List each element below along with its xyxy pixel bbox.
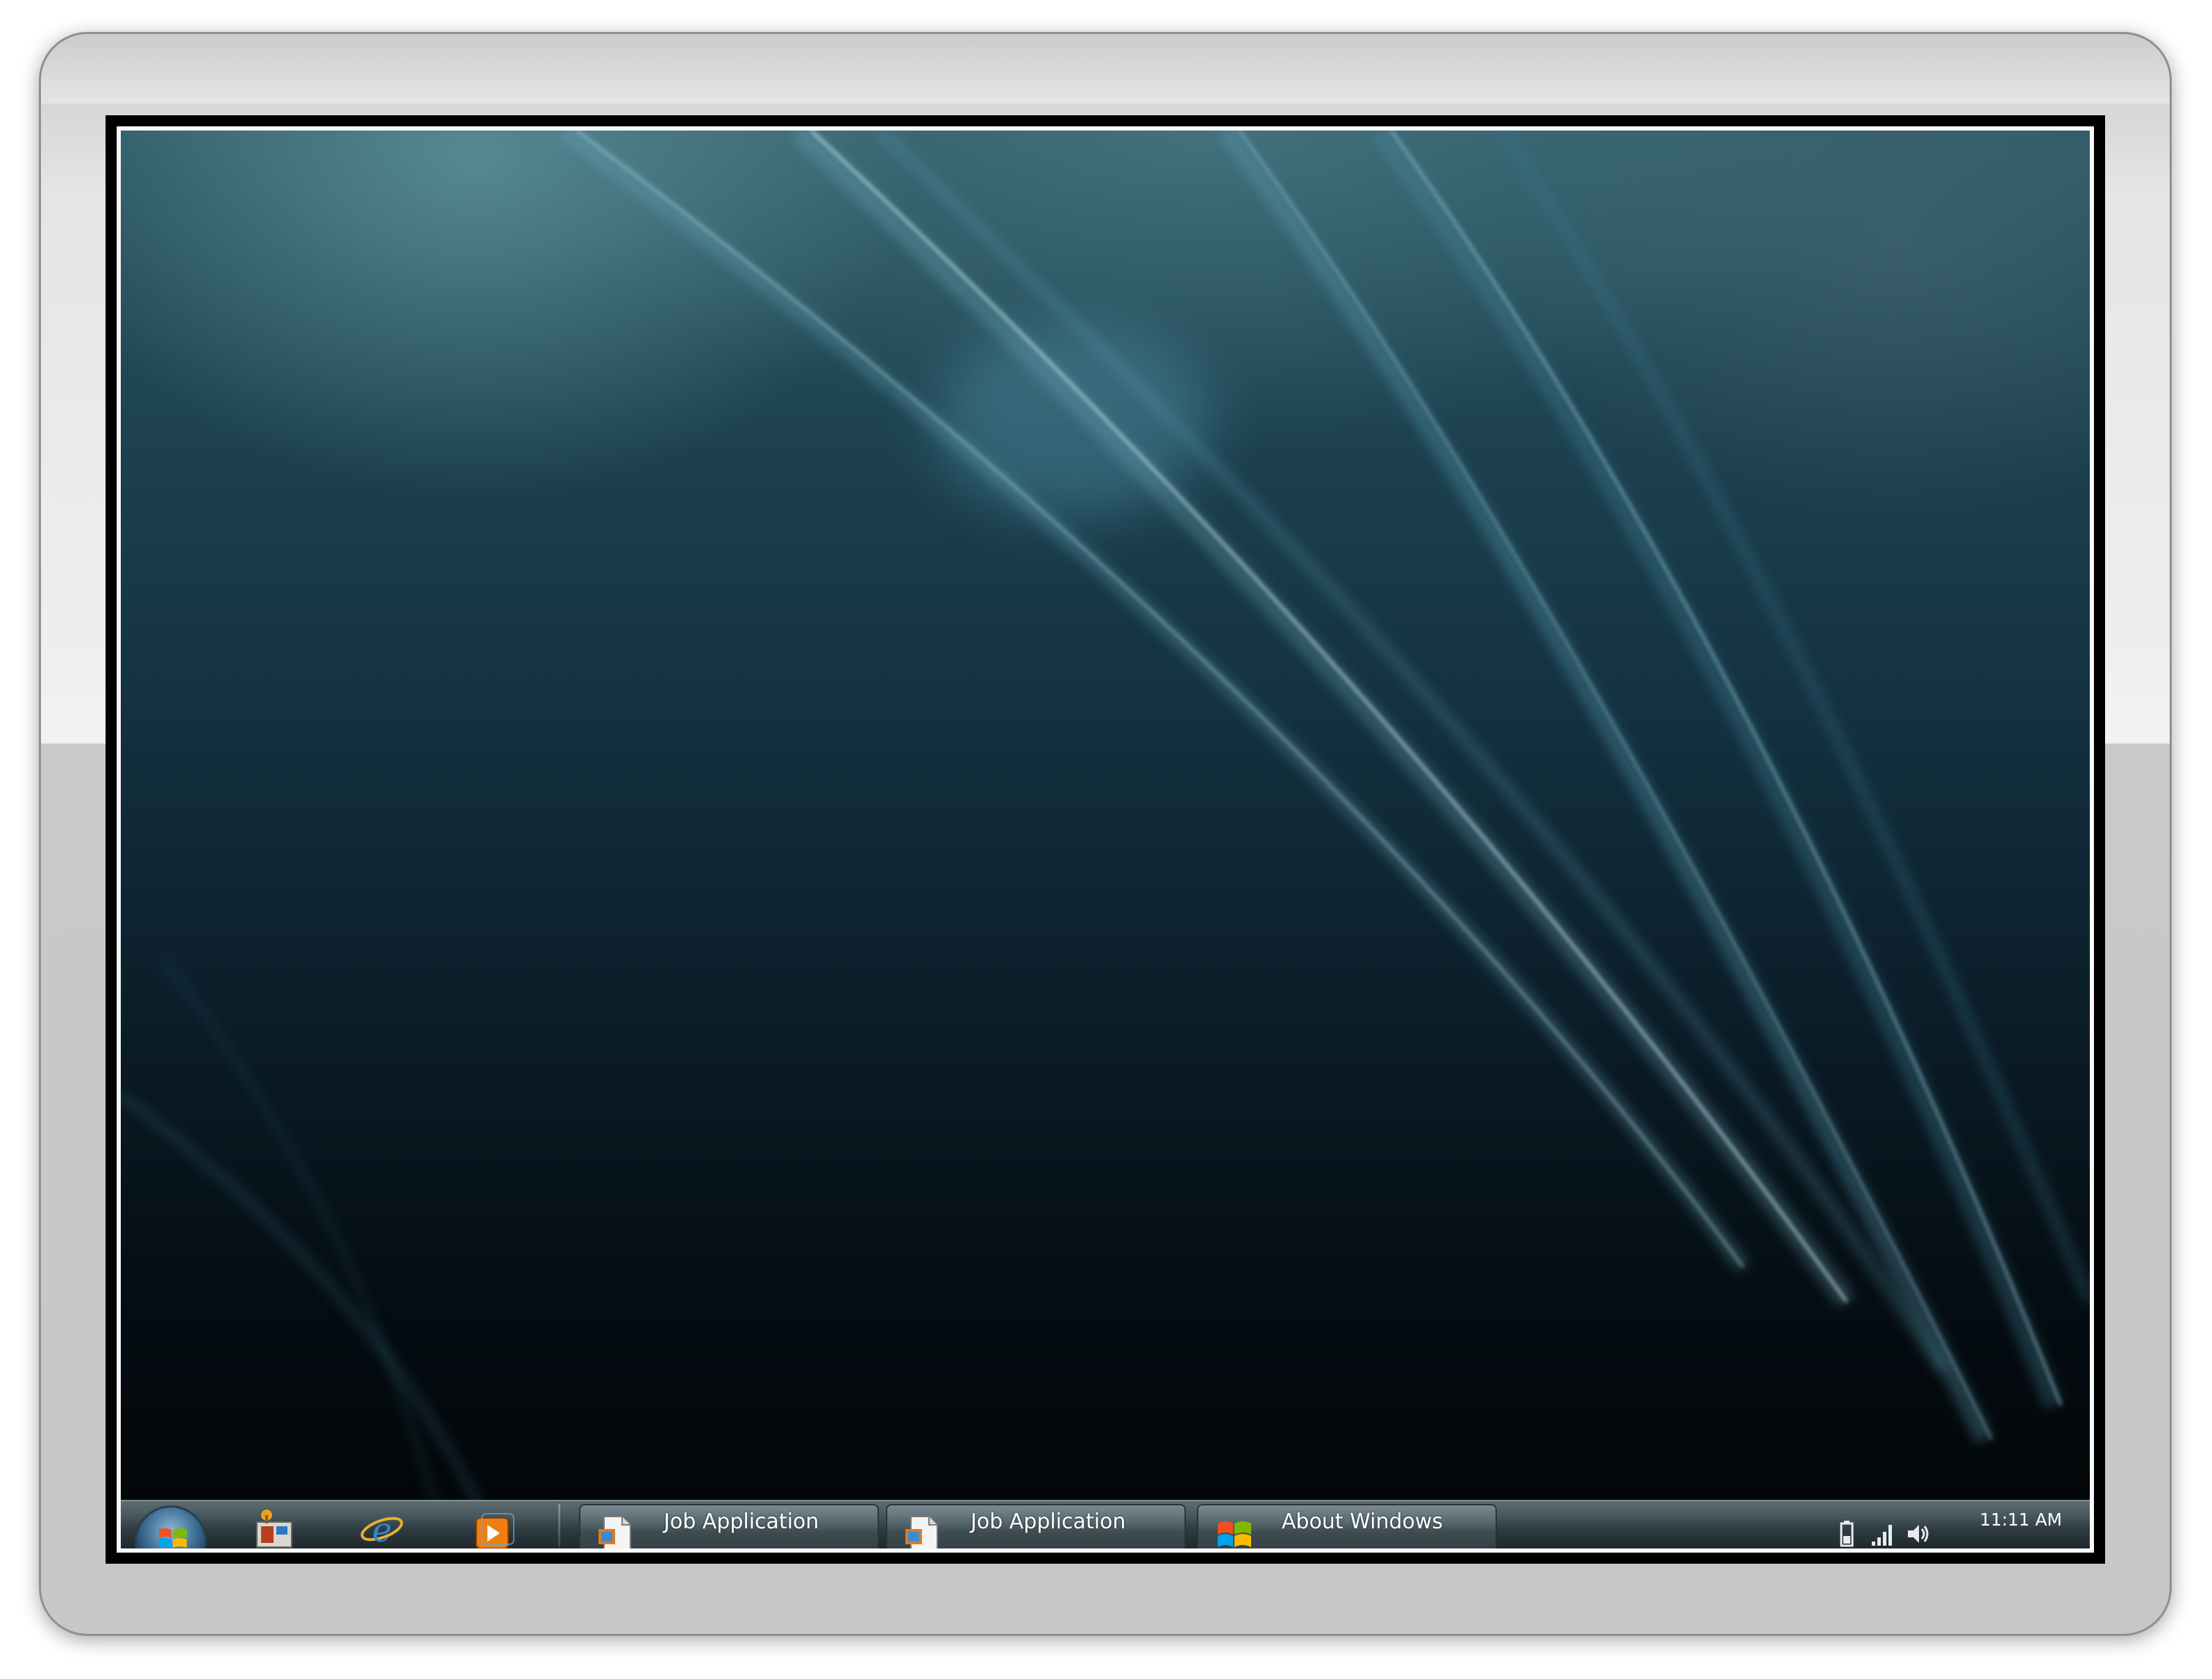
taskbar-button-job-application-1[interactable]: Job Application <box>579 1504 879 1548</box>
windows-flag-icon <box>159 1528 187 1548</box>
signal-icon[interactable] <box>1870 1519 1895 1547</box>
bezel-gloss <box>41 34 2170 103</box>
start-button[interactable] <box>135 1505 207 1548</box>
media-player-icon[interactable] <box>468 1507 517 1550</box>
taskbar-button-job-application-2[interactable]: Job Application <box>886 1504 1186 1548</box>
show-desktop-icon[interactable] <box>250 1507 299 1550</box>
document-icon <box>905 1516 938 1548</box>
document-icon <box>598 1516 631 1548</box>
taskbar: e Job Application Job Application About … <box>121 1500 2090 1548</box>
internet-explorer-icon[interactable]: e <box>357 1507 405 1550</box>
svg-text:e: e <box>372 1511 392 1550</box>
taskbar-button-label: Job Application <box>971 1510 1126 1534</box>
taskbar-button-label: Job Application <box>664 1510 819 1534</box>
quick-launch-separator <box>558 1504 560 1547</box>
windows-flag-icon <box>1218 1521 1251 1547</box>
taskbar-button-label: About Windows <box>1282 1510 1443 1534</box>
taskbar-button-about-windows[interactable]: About Windows <box>1197 1504 1497 1548</box>
system-tray: 11:11 AM <box>1826 1501 2090 1548</box>
battery-icon[interactable] <box>1834 1519 1859 1547</box>
screen-frame: e Job Application Job Application About … <box>106 115 2105 1564</box>
desktop-screen: e Job Application Job Application About … <box>117 126 2094 1553</box>
wallpaper-streaks <box>121 131 2090 1544</box>
volume-icon[interactable] <box>1905 1519 1930 1547</box>
taskbar-clock[interactable]: 11:11 AM <box>1979 1510 2062 1530</box>
